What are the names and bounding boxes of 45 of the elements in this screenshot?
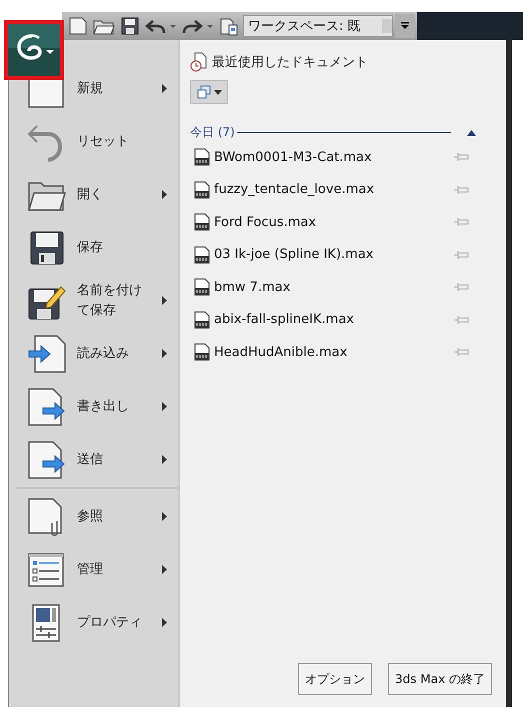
- menu-item[interactable]: プロパティ: [9, 596, 178, 649]
- dropdown-caret-icon: [400, 22, 410, 30]
- menu-item[interactable]: リセット: [9, 115, 178, 168]
- max-file-icon: [194, 213, 210, 232]
- recent-file-link[interactable]: 03 Ik-joe (Spline IK).max: [214, 247, 374, 262]
- application-button[interactable]: [4, 20, 64, 80]
- recent-file-link[interactable]: Ford Focus.max: [214, 214, 316, 230]
- section-label: 今日 (7): [190, 124, 235, 141]
- window-stack-icon: [196, 85, 210, 99]
- menu-item[interactable]: 保存: [9, 221, 178, 274]
- view-options-button[interactable]: [190, 80, 228, 104]
- workspace-dropdown[interactable]: ワークスペース: 既: [243, 15, 393, 37]
- menu-item[interactable]: 管理: [9, 543, 178, 596]
- recent-documents-title: 最近使用したドキュメント: [212, 54, 368, 71]
- import-document-icon: [27, 334, 67, 374]
- recent-file-link[interactable]: BWom0001-M3-Cat.max: [214, 150, 372, 165]
- menu-item[interactable]: 書き出し: [9, 380, 178, 433]
- menu-item[interactable]: 参照: [9, 490, 178, 543]
- project-folder-icon[interactable]: [219, 16, 239, 36]
- max-file-icon: [194, 148, 210, 166]
- menu-item[interactable]: 読み込み: [9, 327, 178, 380]
- recent-file-link[interactable]: HeadHudAnible.max: [214, 344, 348, 360]
- recent-file-link[interactable]: fuzzy_tentacle_love.max: [214, 182, 374, 198]
- recent-file-link[interactable]: bmw 7.max: [214, 280, 290, 295]
- max-file-icon: [194, 246, 210, 264]
- recent-file-link[interactable]: abix-fall-splineIK.max: [214, 312, 354, 328]
- caret-icon: [214, 90, 222, 94]
- menu-button[interactable]: 3ds Max の終了: [388, 663, 492, 695]
- max-file-icon: [194, 310, 210, 329]
- max-file-icon: [194, 343, 210, 362]
- menu-item[interactable]: 送信: [9, 433, 178, 486]
- save-icon[interactable]: [120, 16, 140, 36]
- send-document-icon: [27, 440, 67, 480]
- menu-item[interactable]: 名前を付けて保存: [9, 274, 178, 327]
- toolbar-menu-button[interactable]: [395, 14, 415, 38]
- collapse-caret-icon[interactable]: [467, 130, 476, 136]
- export-document-icon: [27, 386, 67, 426]
- menu-button[interactable]: オプション: [298, 663, 372, 695]
- max-file-icon: [194, 278, 210, 296]
- new-file-icon[interactable]: [68, 16, 88, 36]
- workspace-label: ワークスペース: 既: [248, 18, 361, 35]
- recent-document-icon: [190, 52, 208, 72]
- section-header[interactable]: 今日 (7): [190, 124, 492, 141]
- max-file-icon: [194, 180, 210, 199]
- menu-item[interactable]: 開く: [9, 168, 178, 221]
